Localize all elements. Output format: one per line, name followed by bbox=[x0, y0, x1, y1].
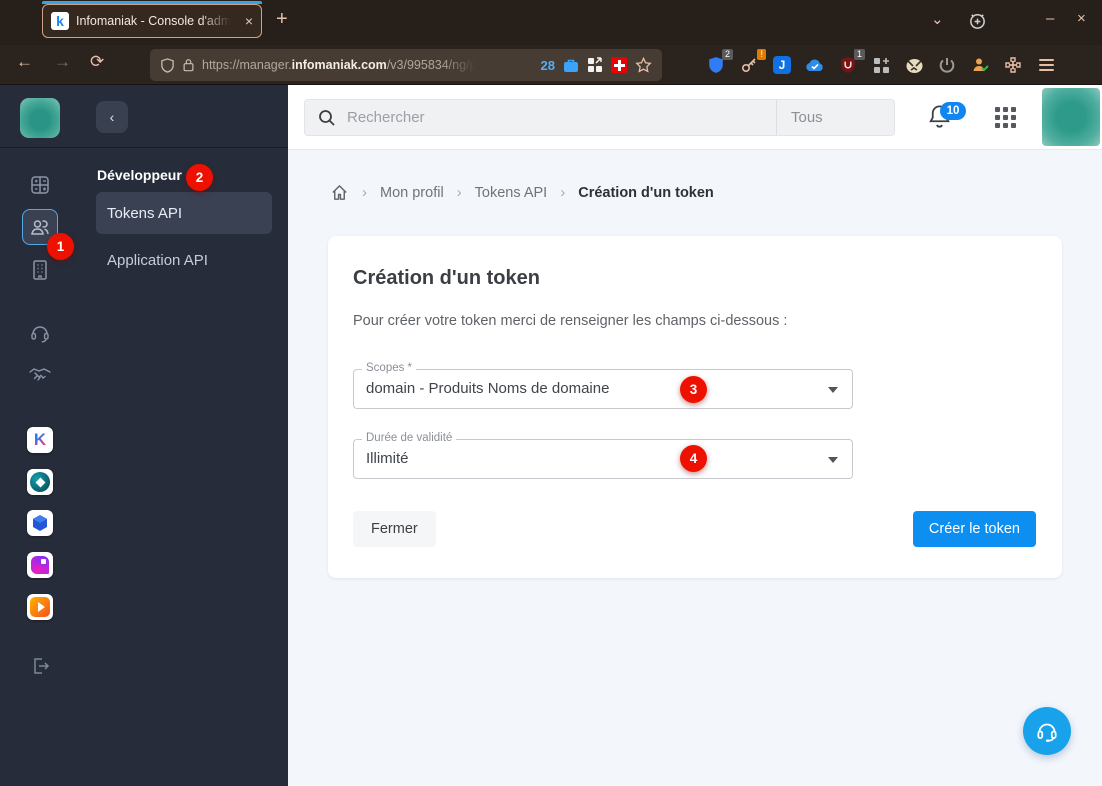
new-tab-button[interactable]: + bbox=[276, 8, 288, 31]
key-icon[interactable]: ! bbox=[739, 49, 766, 75]
users-icon bbox=[31, 220, 49, 235]
scopes-select[interactable]: Scopes * domain - Produits Noms de domai… bbox=[353, 362, 853, 409]
tracking-shield-icon[interactable] bbox=[160, 57, 175, 73]
bookmark-star-icon[interactable] bbox=[635, 57, 652, 73]
breadcrumb-current: Création d'un token bbox=[578, 184, 714, 201]
annotation-badge-1: 1 bbox=[47, 233, 74, 260]
sidebar-item-application-api[interactable]: Application API bbox=[107, 252, 208, 269]
validity-value: Illimité bbox=[366, 450, 409, 467]
support-headset-icon[interactable] bbox=[28, 321, 52, 345]
validity-label: Durée de validité bbox=[362, 432, 457, 444]
card-intro-text: Pour créer votre token merci de renseign… bbox=[353, 313, 788, 329]
forward-icon[interactable]: → bbox=[54, 52, 71, 72]
kchat-app-icon[interactable] bbox=[27, 469, 53, 495]
annotation-badge-3: 3 bbox=[680, 376, 707, 403]
sidebar-item-tokens-api[interactable]: Tokens API bbox=[96, 192, 272, 234]
close-window-button[interactable]: × bbox=[1077, 10, 1086, 27]
vod-app-icon[interactable] bbox=[27, 594, 53, 620]
create-token-button[interactable]: Créer le token bbox=[912, 511, 1036, 547]
url-bar[interactable]: https://manager.infomaniak.com/v3/995834… bbox=[150, 49, 662, 81]
global-search[interactable]: Tous bbox=[304, 99, 895, 136]
products-icon[interactable] bbox=[28, 173, 52, 197]
puzzle-extensions-icon[interactable] bbox=[1003, 55, 1023, 75]
back-icon[interactable]: ← bbox=[16, 52, 33, 72]
search-filter-divider bbox=[776, 100, 777, 135]
chevron-down-icon bbox=[828, 387, 838, 393]
reload-icon[interactable]: ⟳ bbox=[90, 52, 104, 72]
panel-title: Développeur bbox=[97, 167, 182, 183]
privacy-badger-icon[interactable] bbox=[904, 55, 924, 75]
support-fab-button[interactable] bbox=[1023, 707, 1071, 755]
infomaniak-favicon: k bbox=[51, 12, 69, 30]
breadcrumb-tokens-api[interactable]: Tokens API bbox=[475, 185, 548, 201]
annotation-badge-2: 2 bbox=[186, 164, 213, 191]
ublock-shield-icon[interactable]: 1 bbox=[838, 49, 865, 75]
extension-toolbar: 2 ! J 1 bbox=[706, 49, 1056, 81]
alarm-clock-icon[interactable] bbox=[968, 11, 987, 34]
validity-select[interactable]: Durée de validité Illimité bbox=[353, 432, 853, 479]
tab-list-chevron-icon[interactable]: ⌄ bbox=[931, 10, 944, 28]
headset-icon bbox=[1037, 723, 1057, 742]
lock-icon[interactable] bbox=[182, 58, 195, 72]
minimize-button[interactable]: – bbox=[1046, 10, 1054, 27]
breadcrumb-mon-profil[interactable]: Mon profil bbox=[380, 185, 444, 201]
menu-hamburger-icon[interactable] bbox=[1036, 55, 1056, 75]
user-avatar[interactable] bbox=[1042, 88, 1100, 146]
extensions-grid-add-icon[interactable] bbox=[871, 55, 891, 75]
joplin-icon[interactable]: J bbox=[772, 55, 792, 75]
collapse-panel-button[interactable]: ‹ bbox=[96, 101, 128, 133]
home-icon[interactable] bbox=[330, 183, 349, 202]
close-button[interactable]: Fermer bbox=[353, 511, 436, 547]
search-scope-select[interactable]: Tous bbox=[791, 100, 823, 135]
briefcase-icon[interactable] bbox=[563, 58, 579, 73]
search-icon bbox=[319, 109, 335, 126]
password-manager-shield-icon[interactable]: 2 bbox=[706, 49, 733, 75]
browser-tab[interactable]: k Infomaniak - Console d'adm × bbox=[42, 4, 262, 38]
split-view-icon[interactable] bbox=[587, 57, 603, 73]
logout-icon[interactable] bbox=[28, 654, 52, 678]
container-tab-count: 28 bbox=[540, 57, 555, 73]
sidebar-divider bbox=[0, 147, 288, 148]
token-creation-card: Création d'un token Pour créer votre tok… bbox=[328, 236, 1062, 578]
apps-grid-icon[interactable] bbox=[995, 107, 1017, 129]
cloud-sync-icon[interactable] bbox=[805, 55, 825, 75]
search-input[interactable] bbox=[347, 109, 767, 126]
url-text: https://manager.infomaniak.com/v3/995834… bbox=[202, 58, 477, 72]
partnership-handshake-icon[interactable] bbox=[28, 363, 52, 387]
ksuite-app-icon[interactable] bbox=[27, 510, 53, 536]
page-title: Création d'un token bbox=[353, 267, 540, 289]
tab-title: Infomaniak - Console d'adm bbox=[76, 14, 231, 28]
organization-logo[interactable] bbox=[20, 98, 60, 138]
kmeet-app-icon[interactable] bbox=[27, 552, 53, 578]
annotation-badge-4: 4 bbox=[680, 445, 707, 472]
building-icon[interactable] bbox=[28, 258, 52, 282]
notification-count-badge: 10 bbox=[940, 102, 966, 120]
scopes-value: domain - Produits Noms de domaine bbox=[366, 380, 610, 397]
kdrive-app-icon[interactable]: K bbox=[27, 427, 53, 453]
swiss-flag-icon[interactable] bbox=[611, 57, 627, 73]
tab-close-icon[interactable]: × bbox=[245, 13, 253, 29]
scopes-label: Scopes * bbox=[362, 362, 417, 374]
account-check-icon[interactable] bbox=[970, 55, 990, 75]
browser-titlebar: k Infomaniak - Console d'adm × + ⌄ – × bbox=[0, 0, 1102, 45]
power-button-icon[interactable] bbox=[937, 55, 957, 75]
secondary-sidebar bbox=[80, 85, 288, 786]
chevron-down-icon bbox=[828, 457, 838, 463]
breadcrumb: › Mon profil › Tokens API › Création d'u… bbox=[330, 183, 714, 202]
